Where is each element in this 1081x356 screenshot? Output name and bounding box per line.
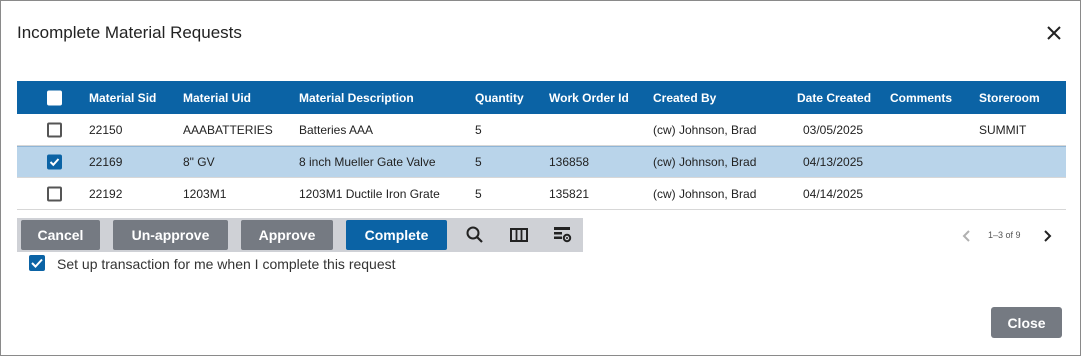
incomplete-material-requests-dialog: Incomplete Material Requests Material Si… bbox=[0, 0, 1081, 356]
quantity: 5 bbox=[475, 122, 482, 137]
material-sid: 22192 bbox=[89, 186, 123, 201]
dialog-title: Incomplete Material Requests bbox=[17, 23, 242, 42]
requests-grid: Material Sid Material Uid Material Descr… bbox=[17, 81, 1066, 210]
work-order-id: 135821 bbox=[549, 186, 590, 201]
date-created: 04/14/2025 bbox=[803, 186, 864, 201]
row-checkbox[interactable] bbox=[47, 154, 62, 170]
created-by: (cw) Johnson, Brad bbox=[653, 122, 757, 137]
action-toolbar: Cancel Un-approve Approve Complete bbox=[17, 218, 583, 252]
work-order-id: 136858 bbox=[549, 155, 590, 169]
date-created: 04/13/2025 bbox=[803, 155, 864, 169]
column-material-sid[interactable]: Material Sid bbox=[89, 81, 156, 114]
column-created-by[interactable]: Created By bbox=[653, 81, 716, 114]
setup-transaction-checkbox[interactable] bbox=[29, 255, 45, 271]
checkmark-icon bbox=[49, 158, 60, 167]
material-uid: 1203M1 bbox=[183, 186, 227, 201]
close-icon[interactable] bbox=[1044, 23, 1064, 43]
material-description: Batteries AAA bbox=[299, 122, 374, 137]
table-row[interactable]: 22169 8" GV 8 inch Mueller Gate Valve 5 … bbox=[17, 146, 1066, 178]
table-row[interactable]: 22150 AAABATTERIES Batteries AAA 5 (cw) … bbox=[17, 114, 1066, 146]
material-description: 8 inch Mueller Gate Valve bbox=[299, 155, 436, 169]
quantity: 5 bbox=[475, 186, 482, 201]
unapprove-button[interactable]: Un-approve bbox=[113, 220, 228, 250]
columns-icon[interactable] bbox=[509, 225, 529, 245]
column-material-uid[interactable]: Material Uid bbox=[183, 81, 251, 114]
material-uid: 8" GV bbox=[183, 155, 215, 169]
complete-button[interactable]: Complete bbox=[346, 220, 447, 250]
material-uid: AAABATTERIES bbox=[183, 122, 273, 137]
select-all-checkbox[interactable] bbox=[47, 90, 62, 105]
checkmark-icon bbox=[31, 258, 43, 268]
column-quantity[interactable]: Quantity bbox=[475, 81, 524, 114]
created-by: (cw) Johnson, Brad bbox=[653, 186, 757, 201]
material-description: 1203M1 Ductile Iron Grate bbox=[299, 186, 440, 201]
row-checkbox[interactable] bbox=[47, 122, 62, 137]
column-work-order-id[interactable]: Work Order Id bbox=[549, 81, 629, 114]
cancel-button[interactable]: Cancel bbox=[21, 220, 100, 250]
storeroom: SUMMIT bbox=[979, 122, 1027, 137]
date-created: 03/05/2025 bbox=[803, 122, 864, 137]
column-comments[interactable]: Comments bbox=[890, 81, 952, 114]
created-by: (cw) Johnson, Brad bbox=[653, 155, 757, 169]
material-sid: 22169 bbox=[89, 155, 123, 169]
next-page-icon[interactable] bbox=[1041, 229, 1053, 248]
pager-range: 1–3 of 9 bbox=[988, 230, 1021, 240]
column-storeroom[interactable]: Storeroom bbox=[979, 81, 1040, 114]
quantity: 5 bbox=[475, 155, 482, 169]
search-icon[interactable] bbox=[465, 225, 485, 245]
approve-button[interactable]: Approve bbox=[241, 220, 333, 250]
grid-header: Material Sid Material Uid Material Descr… bbox=[17, 81, 1066, 114]
setup-transaction-label: Set up transaction for me when I complet… bbox=[57, 256, 396, 272]
grid-settings-icon[interactable] bbox=[553, 225, 573, 245]
material-sid: 22150 bbox=[89, 122, 123, 137]
column-date-created[interactable]: Date Created bbox=[797, 81, 871, 114]
column-material-description[interactable]: Material Description bbox=[299, 81, 414, 114]
previous-page-icon[interactable] bbox=[961, 229, 973, 248]
close-button[interactable]: Close bbox=[991, 307, 1062, 338]
table-row[interactable]: 22192 1203M1 1203M1 Ductile Iron Grate 5… bbox=[17, 178, 1066, 210]
row-checkbox[interactable] bbox=[47, 186, 62, 201]
